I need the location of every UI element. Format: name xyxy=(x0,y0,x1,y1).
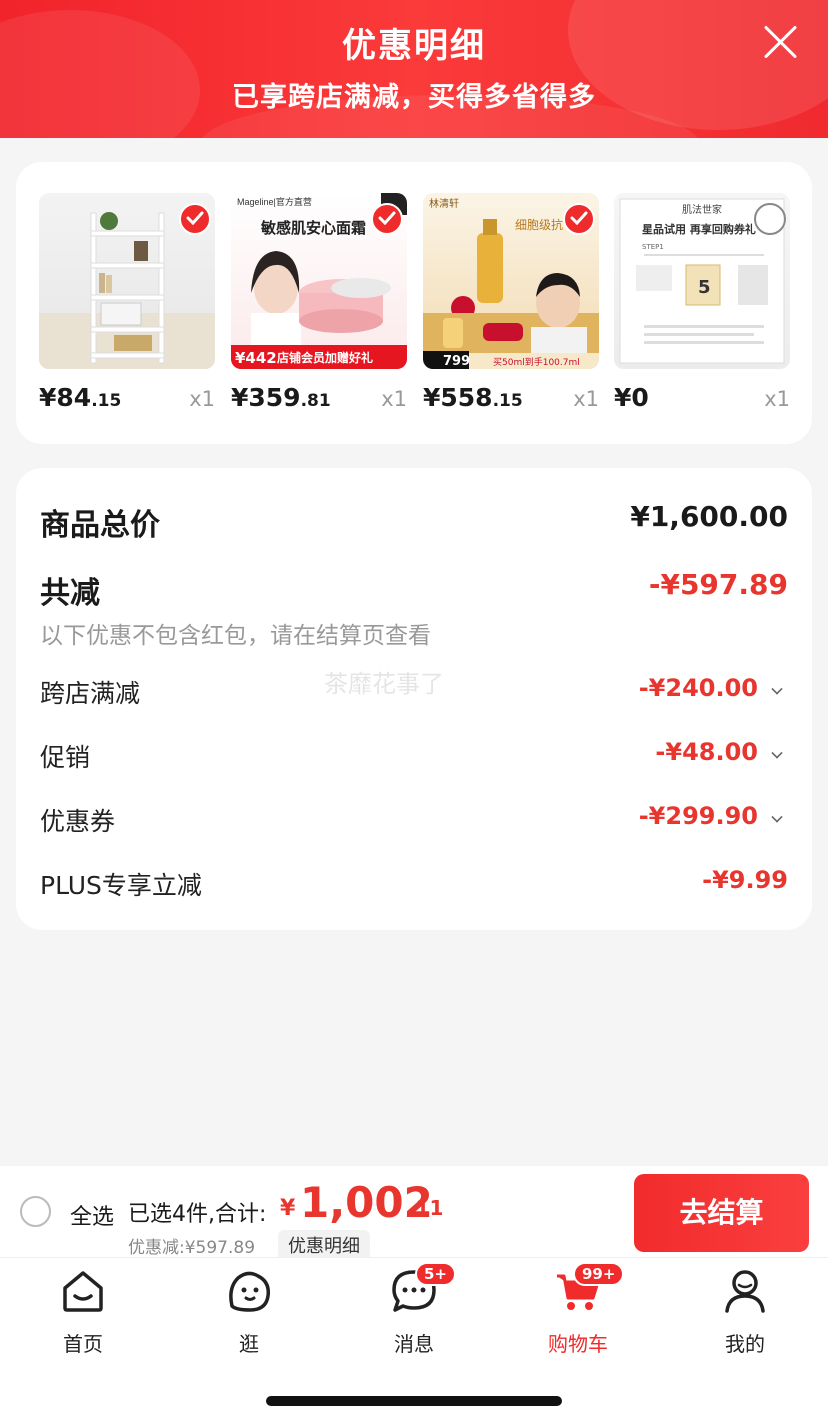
product-quantity: x1 xyxy=(764,387,790,411)
product-price: ¥359.81 xyxy=(231,383,331,412)
page-title: 优惠明细 xyxy=(342,26,486,66)
discount-label: 优惠券 xyxy=(40,807,116,836)
tab-cart[interactable]: 99+ 购物车 xyxy=(518,1262,638,1357)
svg-text:买50ml到手100.7ml: 买50ml到手100.7ml xyxy=(493,356,580,368)
checkout-bar: 全选 已选4件,合计: ¥ 1,002 .11 优惠减:¥597.89 优惠明细… xyxy=(0,1166,828,1260)
checkout-button[interactable]: 去结算 xyxy=(634,1174,809,1252)
total-reduction-label: 共减 xyxy=(40,576,100,611)
total-reduction-row: 共减 -¥597.89 xyxy=(40,568,788,611)
svg-text:细胞级抗: 细胞级抗 xyxy=(515,217,563,232)
discount-value: -¥299.90 xyxy=(638,802,758,830)
checkbox-unchecked-icon[interactable] xyxy=(754,203,786,235)
close-icon[interactable] xyxy=(760,22,800,62)
tab-label: 首页 xyxy=(63,1332,103,1356)
tab-label: 消息 xyxy=(394,1332,434,1356)
discount-value: -¥240.00 xyxy=(638,674,758,702)
tab-browse[interactable]: 逛 xyxy=(189,1268,309,1357)
product-price: ¥84.15 xyxy=(39,383,122,412)
select-all-label[interactable]: 全选 xyxy=(70,1199,114,1231)
discount-label: PLUS专享立减 xyxy=(40,871,202,900)
svg-text:敏感肌安心面霜: 敏感肌安心面霜 xyxy=(260,219,366,237)
product-quantity: x1 xyxy=(189,387,215,411)
discount-row-cross-store[interactable]: 跨店满减 -¥240.00 xyxy=(40,674,788,710)
checkout-total-decimal: .11 xyxy=(408,1196,444,1220)
home-icon xyxy=(60,1268,106,1314)
tab-messages[interactable]: 5+ 消息 xyxy=(354,1262,474,1357)
svg-text:Mageline|官方直营: Mageline|官方直营 xyxy=(237,196,312,207)
chevron-down-icon[interactable] xyxy=(771,811,783,823)
cart-icon: 99+ xyxy=(555,1262,625,1314)
product-item[interactable]: 肌法世家 星品试用 再享回购券礼 STEP1 5 ¥0 x1 xyxy=(614,193,790,412)
discount-header: 优惠明细 已享跨店满减，买得多省得多 xyxy=(0,0,828,138)
discount-amount-text: 优惠减:¥597.89 xyxy=(128,1238,256,1258)
home-indicator xyxy=(266,1396,562,1406)
total-price-row: 商品总价 ¥1,600.00 xyxy=(40,500,788,543)
discount-row-coupon[interactable]: 优惠券 -¥299.90 xyxy=(40,802,788,838)
total-price-value: ¥1,600.00 xyxy=(630,500,788,533)
product-quantity: x1 xyxy=(573,387,599,411)
product-item[interactable]: Mageline|官方直营 敏感肌安心面霜 ¥442 店铺会员加赠好礼 ¥359… xyxy=(231,193,407,412)
total-price-label: 商品总价 xyxy=(40,508,160,543)
chevron-down-icon[interactable] xyxy=(771,683,783,695)
svg-text:林清轩: 林清轩 xyxy=(429,197,459,210)
discount-label: 促销 xyxy=(40,743,91,772)
discount-row-promotion[interactable]: 促销 -¥48.00 xyxy=(40,738,788,774)
browse-icon xyxy=(226,1268,272,1314)
product-item[interactable]: 林清轩 细胞级抗 799 买50ml到手100.7ml ¥558.15 x1 xyxy=(423,193,599,412)
tab-label: 购物车 xyxy=(548,1332,608,1356)
selected-count-text: 已选4件,合计: xyxy=(128,1202,267,1227)
tab-profile[interactable]: 我的 xyxy=(685,1268,805,1357)
red-packet-note: 以下优惠不包含红包，请在结算页查看 xyxy=(40,623,431,649)
product-list-card: ¥84.15 x1 Mageline|官方直营 敏感肌安心面霜 ¥442 店铺会… xyxy=(16,162,812,444)
cart-badge: 99+ xyxy=(573,1262,625,1286)
svg-text:799: 799 xyxy=(443,354,470,369)
checkbox-checked-icon[interactable] xyxy=(563,203,595,235)
discount-value: -¥9.99 xyxy=(702,866,788,894)
product-price: ¥558.15 xyxy=(423,383,523,412)
checkbox-checked-icon[interactable] xyxy=(371,203,403,235)
total-reduction-value: -¥597.89 xyxy=(648,568,788,601)
profile-icon xyxy=(722,1268,768,1314)
svg-text:星品试用 再享回购券礼: 星品试用 再享回购券礼 xyxy=(642,222,756,236)
tab-label: 逛 xyxy=(239,1332,259,1356)
product-quantity: x1 xyxy=(381,387,407,411)
discount-label: 跨店满减 xyxy=(40,679,141,708)
tab-label: 我的 xyxy=(725,1332,765,1356)
svg-text:肌法世家: 肌法世家 xyxy=(682,203,722,216)
page-subtitle: 已享跨店满减，买得多省得多 xyxy=(232,82,596,113)
svg-text:STEP1: STEP1 xyxy=(642,243,664,251)
svg-text:店铺会员加赠好礼: 店铺会员加赠好礼 xyxy=(277,350,373,365)
message-badge: 5+ xyxy=(415,1262,457,1286)
discount-value: -¥48.00 xyxy=(655,738,758,766)
svg-text:¥442: ¥442 xyxy=(235,349,277,367)
message-icon: 5+ xyxy=(391,1262,457,1314)
discount-detail-link[interactable]: 优惠明细 xyxy=(278,1230,370,1260)
select-all-radio[interactable] xyxy=(20,1196,51,1227)
product-item[interactable]: ¥84.15 x1 xyxy=(39,193,215,412)
svg-text:5: 5 xyxy=(698,277,711,298)
chevron-down-icon[interactable] xyxy=(771,747,783,759)
total-currency: ¥ xyxy=(280,1196,296,1221)
discount-summary-card: 商品总价 ¥1,600.00 共减 -¥597.89 以下优惠不包含红包，请在结… xyxy=(16,468,812,930)
checkbox-checked-icon[interactable] xyxy=(179,203,211,235)
product-price: ¥0 xyxy=(614,383,649,412)
discount-row-plus: PLUS专享立减 -¥9.99 xyxy=(40,866,788,902)
tab-home[interactable]: 首页 xyxy=(23,1268,143,1357)
